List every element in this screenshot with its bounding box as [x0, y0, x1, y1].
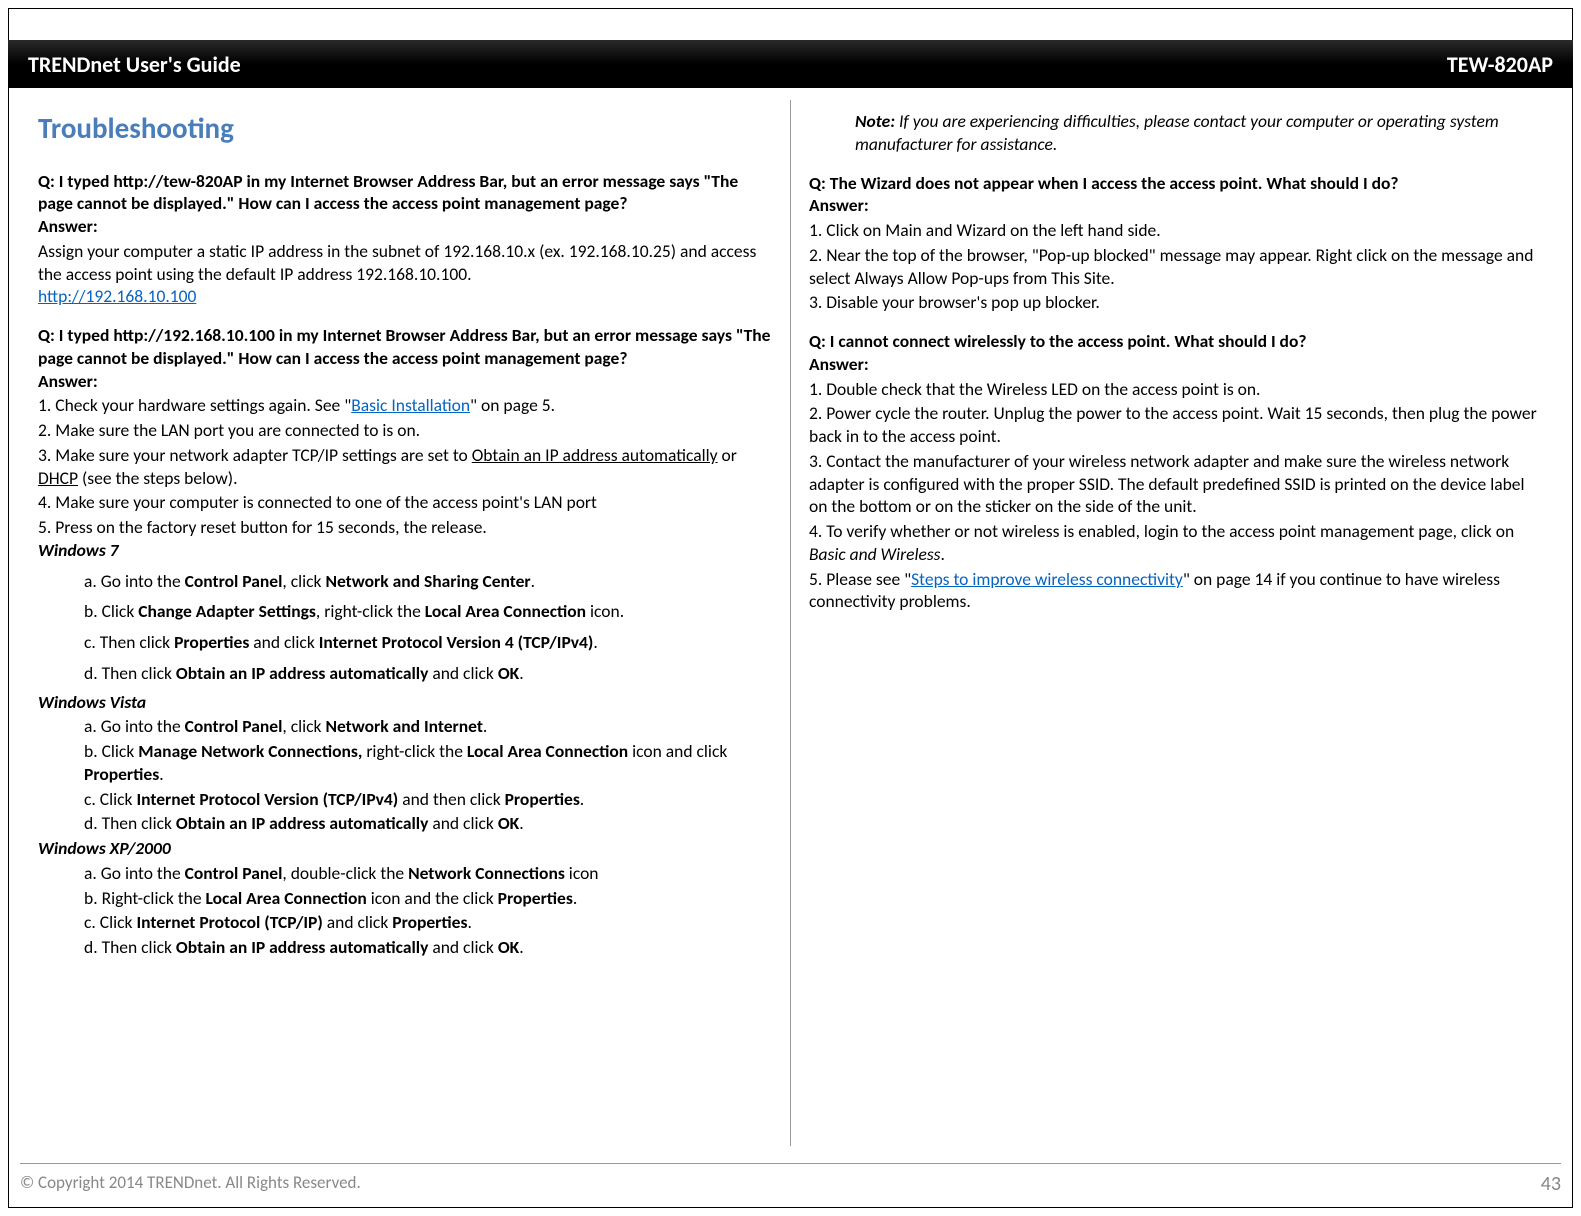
- win7-d: d. Then click Obtain an IP address autom…: [84, 662, 772, 685]
- q2-step2: 2. Make sure the LAN port you are connec…: [38, 419, 772, 442]
- q4-step3: 3. Contact the manufacturer of your wire…: [809, 450, 1543, 518]
- q3-step3: 3. Disable your browser's pop up blocker…: [809, 291, 1543, 314]
- left-column: Troubleshooting Q: I typed http://tew-82…: [20, 100, 791, 1146]
- content-area: Troubleshooting Q: I typed http://tew-82…: [20, 100, 1561, 1146]
- win7-b: b. Click Change Adapter Settings, right-…: [84, 600, 772, 623]
- q4-step2: 2. Power cycle the router. Unplug the po…: [809, 402, 1543, 448]
- vista-d: d. Then click Obtain an IP address autom…: [84, 812, 772, 835]
- q2-step1: 1. Check your hardware settings again. S…: [38, 394, 772, 417]
- vista-title: Windows Vista: [38, 691, 772, 714]
- right-column: Note: If you are experiencing difficulti…: [791, 100, 1561, 1146]
- q4-step1: 1. Double check that the Wireless LED on…: [809, 378, 1543, 401]
- vista-c: c. Click Internet Protocol Version (TCP/…: [84, 788, 772, 811]
- q4-step4: 4. To verify whether or not wireless is …: [809, 520, 1543, 566]
- windows7-title: Windows 7: [38, 539, 772, 562]
- header-bar: TRENDnet User's Guide TEW-820AP: [8, 40, 1573, 88]
- xp-a: a. Go into the Control Panel, double-cli…: [84, 862, 772, 885]
- q4-step5: 5. Please see "Steps to improve wireless…: [809, 568, 1543, 614]
- xp-c: c. Click Internet Protocol (TCP/IP) and …: [84, 911, 772, 934]
- win7-a: a. Go into the Control Panel, click Netw…: [84, 570, 772, 593]
- xp-title: Windows XP/2000: [38, 837, 772, 860]
- header-model: TEW-820AP: [1447, 51, 1553, 78]
- q2-step4: 4. Make sure your computer is connected …: [38, 491, 772, 514]
- win7-c: c. Then click Properties and click Inter…: [84, 631, 772, 654]
- q2-step3: 3. Make sure your network adapter TCP/IP…: [38, 444, 772, 490]
- q3-step1: 1. Click on Main and Wizard on the left …: [809, 219, 1543, 242]
- q2-step5: 5. Press on the factory reset button for…: [38, 516, 772, 539]
- q1-answer-text: Assign your computer a static IP address…: [38, 240, 772, 286]
- basic-installation-link[interactable]: Basic Installation: [351, 394, 470, 416]
- q4-answer-label: Answer:: [809, 353, 1543, 376]
- note-block: Note: If you are experiencing difficulti…: [855, 110, 1543, 156]
- q2-answer-label: Answer:: [38, 370, 772, 393]
- q3-answer-label: Answer:: [809, 194, 1543, 217]
- q1-question: Q: I typed http://tew-820AP in my Intern…: [38, 170, 772, 216]
- q3-question: Q: The Wizard does not appear when I acc…: [809, 172, 1543, 195]
- xp-d: d. Then click Obtain an IP address autom…: [84, 936, 772, 959]
- section-title: Troubleshooting: [38, 110, 772, 148]
- q3-step2: 2. Near the top of the browser, "Pop-up …: [809, 244, 1543, 290]
- note-label: Note:: [855, 110, 895, 132]
- q1-answer-label: Answer:: [38, 215, 772, 238]
- vista-a: a. Go into the Control Panel, click Netw…: [84, 715, 772, 738]
- header-title: TRENDnet User's Guide: [28, 51, 241, 78]
- q2-question: Q: I typed http://192.168.10.100 in my I…: [38, 324, 772, 370]
- q1-link[interactable]: http://192.168.10.100: [38, 285, 196, 307]
- vista-b: b. Click Manage Network Connections, rig…: [84, 740, 772, 786]
- page-number: 43: [1541, 1172, 1561, 1196]
- xp-b: b. Right-click the Local Area Connection…: [84, 887, 772, 910]
- footer: © Copyright 2014 TRENDnet. All Rights Re…: [20, 1163, 1561, 1196]
- copyright-text: © Copyright 2014 TRENDnet. All Rights Re…: [20, 1172, 361, 1196]
- q4-question: Q: I cannot connect wirelessly to the ac…: [809, 330, 1543, 353]
- wireless-connectivity-link[interactable]: Steps to improve wireless connectivity: [911, 568, 1183, 590]
